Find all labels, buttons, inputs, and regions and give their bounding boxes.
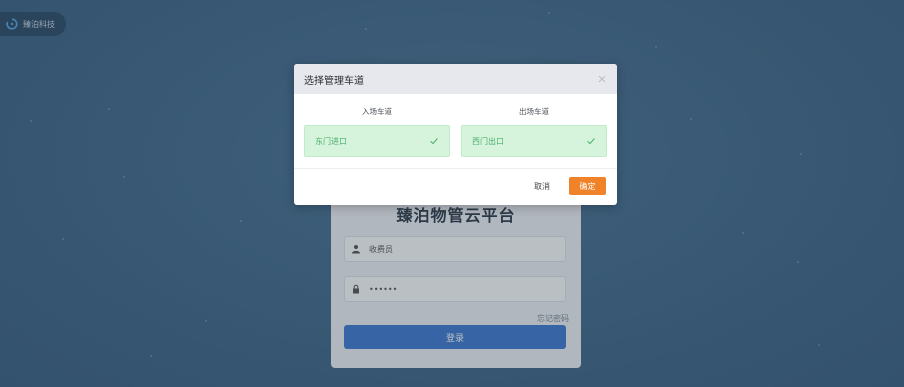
footer-divider (294, 168, 617, 169)
modal-title: 选择管理车道 (304, 75, 364, 87)
entry-lane-option[interactable]: 东门进口 (304, 125, 450, 157)
cancel-button[interactable]: 取消 (526, 177, 558, 195)
modal-header: 选择管理车道 (294, 64, 617, 94)
entry-lane-label: 入场车道 (362, 107, 392, 116)
select-lane-modal: 选择管理车道 入场车道 出场车道 东门进口 西门出口 取消 确定 (294, 64, 617, 205)
confirm-button[interactable]: 确定 (569, 177, 606, 195)
entry-lane-text: 东门进口 (315, 136, 347, 146)
exit-lane-option[interactable]: 西门出口 (461, 125, 607, 157)
check-icon (430, 138, 438, 145)
close-icon[interactable] (597, 74, 607, 84)
exit-lane-label: 出场车道 (519, 107, 549, 116)
exit-lane-text: 西门出口 (472, 136, 504, 146)
check-icon (587, 138, 595, 145)
